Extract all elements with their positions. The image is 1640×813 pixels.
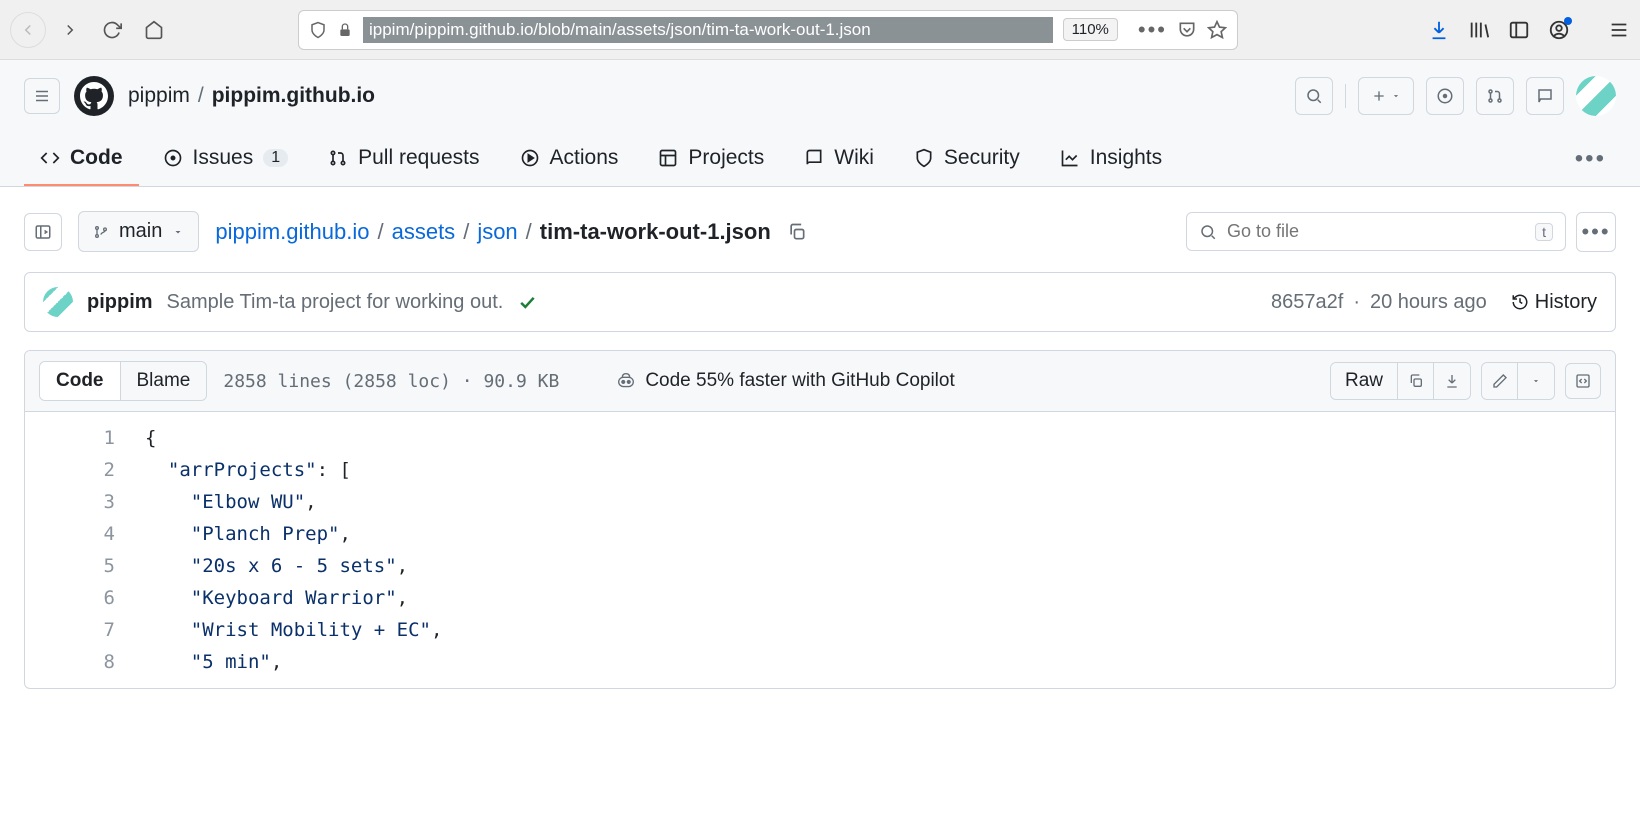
- tab-pull-requests[interactable]: Pull requests: [312, 132, 495, 186]
- back-button[interactable]: [10, 12, 46, 48]
- view-code-tab[interactable]: Code: [40, 362, 121, 400]
- code-icon: [40, 148, 60, 168]
- menu-icon[interactable]: [1608, 19, 1630, 41]
- owner-link[interactable]: pippim: [128, 84, 190, 108]
- history-icon: [1511, 293, 1529, 311]
- commit-message[interactable]: Sample Tim-ta project for working out.: [167, 291, 504, 314]
- view-mode-segment: Code Blame: [39, 361, 207, 401]
- check-icon: [517, 292, 537, 312]
- file-tree-toggle[interactable]: [24, 213, 62, 251]
- path-repo[interactable]: pippim.github.io: [215, 219, 369, 245]
- more-options[interactable]: •••: [1576, 212, 1616, 252]
- history-link[interactable]: History: [1511, 291, 1597, 314]
- code-line: 8 "5 min",: [25, 646, 1615, 678]
- branch-icon: [93, 224, 109, 240]
- path-seg2[interactable]: json: [477, 219, 517, 245]
- issues-count: 1: [263, 149, 288, 167]
- edit-dropdown[interactable]: [1518, 363, 1554, 399]
- code-line: 4 "Planch Prep",: [25, 518, 1615, 550]
- tab-insights[interactable]: Insights: [1044, 132, 1178, 186]
- forward-button[interactable]: [52, 12, 88, 48]
- reload-button[interactable]: [94, 12, 130, 48]
- library-icon[interactable]: [1468, 19, 1490, 41]
- sidebar-icon[interactable]: [1508, 19, 1530, 41]
- account-icon[interactable]: [1548, 19, 1570, 41]
- raw-button[interactable]: Raw: [1331, 363, 1398, 399]
- file-view: Code Blame 2858 lines (2858 loc) · 90.9 …: [24, 350, 1616, 689]
- commit-sha[interactable]: 8657a2f: [1271, 291, 1343, 314]
- tab-wiki[interactable]: Wiki: [788, 132, 890, 186]
- go-to-file-box[interactable]: t: [1186, 212, 1566, 251]
- file-stats: 2858 lines (2858 loc) · 90.9 KB: [223, 371, 559, 392]
- copilot-promo[interactable]: Code 55% faster with GitHub Copilot: [615, 370, 954, 392]
- repo-nav: Code Issues 1 Pull requests Actions Proj…: [0, 132, 1640, 186]
- tab-code[interactable]: Code: [24, 132, 139, 186]
- path-seg1[interactable]: assets: [392, 219, 456, 245]
- tab-security[interactable]: Security: [898, 132, 1036, 186]
- browser-toolbar: ippim/pippim.github.io/blob/main/assets/…: [0, 0, 1640, 60]
- create-new-button[interactable]: [1358, 77, 1414, 115]
- tab-projects[interactable]: Projects: [642, 132, 780, 186]
- symbols-button[interactable]: [1565, 363, 1601, 399]
- latest-commit: pippim Sample Tim-ta project for working…: [24, 272, 1616, 332]
- code-line: 6 "Keyboard Warrior",: [25, 582, 1615, 614]
- code-line: 3 "Elbow WU",: [25, 486, 1615, 518]
- zoom-badge[interactable]: 110%: [1063, 18, 1118, 41]
- code-line: 5 "20s x 6 - 5 sets",: [25, 550, 1615, 582]
- lock-icon: [337, 22, 353, 38]
- tab-issues[interactable]: Issues 1: [147, 132, 305, 186]
- copy-button[interactable]: [1398, 363, 1434, 399]
- download-icon[interactable]: [1428, 19, 1450, 41]
- code-content: 1{2 "arrProjects": [3 "Elbow WU",4 "Plan…: [25, 412, 1615, 688]
- search-icon: [1199, 223, 1217, 241]
- shield-icon: [914, 148, 934, 168]
- shield-icon: [309, 21, 327, 39]
- code-line: 7 "Wrist Mobility + EC",: [25, 614, 1615, 646]
- pocket-icon[interactable]: [1177, 20, 1197, 40]
- search-button[interactable]: [1295, 77, 1333, 115]
- repo-nav-overflow[interactable]: •••: [1565, 135, 1616, 183]
- author-avatar[interactable]: [43, 287, 73, 317]
- hamburger-menu[interactable]: [24, 78, 60, 114]
- code-line: 2 "arrProjects": [: [25, 454, 1615, 486]
- graph-icon: [1060, 148, 1080, 168]
- ellipsis-icon[interactable]: •••: [1138, 17, 1167, 43]
- breadcrumb: pippim / pippim.github.io: [128, 84, 375, 108]
- issues-icon: [163, 148, 183, 168]
- kbd-shortcut: t: [1535, 223, 1553, 241]
- notifications-button[interactable]: [1526, 77, 1564, 115]
- home-button[interactable]: [136, 12, 172, 48]
- view-blame-tab[interactable]: Blame: [121, 362, 207, 400]
- book-icon: [804, 148, 824, 168]
- url-text: ippim/pippim.github.io/blob/main/assets/…: [363, 17, 1053, 43]
- copy-path-icon[interactable]: [787, 222, 807, 242]
- avatar[interactable]: [1576, 76, 1616, 116]
- commit-time: 20 hours ago: [1370, 291, 1487, 314]
- main-content: main pippim.github.io/ assets/ json/ tim…: [0, 187, 1640, 713]
- copilot-icon: [615, 370, 637, 392]
- github-header: pippim / pippim.github.io Code Issues 1 …: [0, 60, 1640, 187]
- file-path: pippim.github.io/ assets/ json/ tim-ta-w…: [215, 219, 770, 245]
- branch-selector[interactable]: main: [78, 211, 199, 252]
- github-logo[interactable]: [74, 76, 114, 116]
- issues-button[interactable]: [1426, 77, 1464, 115]
- play-icon: [520, 148, 540, 168]
- project-icon: [658, 148, 678, 168]
- pull-requests-button[interactable]: [1476, 77, 1514, 115]
- tab-actions[interactable]: Actions: [504, 132, 635, 186]
- go-to-file-input[interactable]: [1227, 221, 1525, 242]
- star-icon[interactable]: [1207, 20, 1227, 40]
- chevron-down-icon: [172, 226, 184, 238]
- url-bar[interactable]: ippim/pippim.github.io/blob/main/assets/…: [298, 10, 1238, 50]
- commit-author[interactable]: pippim: [87, 291, 153, 314]
- code-line: 1{: [25, 422, 1615, 454]
- repo-link[interactable]: pippim.github.io: [212, 84, 375, 108]
- git-pull-icon: [328, 148, 348, 168]
- download-button[interactable]: [1434, 363, 1470, 399]
- edit-button[interactable]: [1482, 363, 1518, 399]
- path-file: tim-ta-work-out-1.json: [540, 219, 771, 245]
